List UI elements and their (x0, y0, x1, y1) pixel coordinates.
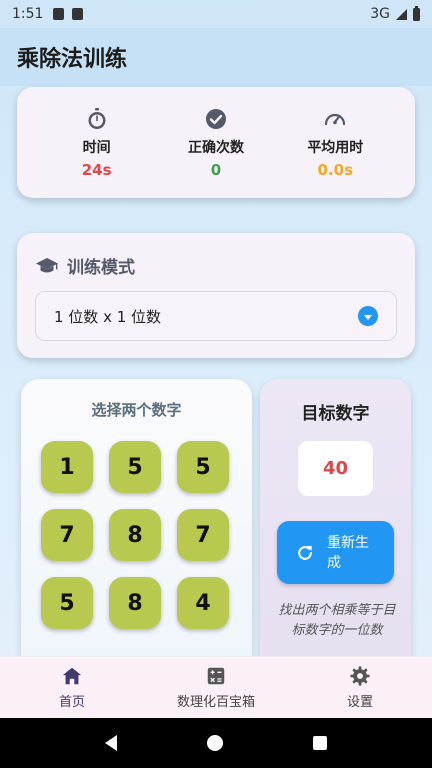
mode-card: 训练模式 1 位数 x 1 位数 (17, 233, 415, 358)
number-button[interactable]: 7 (41, 509, 93, 561)
target-title: 目标数字 (301, 404, 370, 424)
number-grid: 1 5 5 7 8 7 5 8 4 (41, 441, 229, 629)
stat-time: 时间 24s (42, 107, 152, 179)
stats-card: 时间 24s 正确次数 0 平均用时 0.0s (17, 87, 415, 198)
battery-icon (413, 5, 420, 21)
mode-dropdown[interactable]: 1 位数 x 1 位数 (35, 291, 397, 341)
number-button[interactable]: 4 (177, 577, 229, 629)
nav-label: 设置 (346, 695, 373, 710)
number-button[interactable]: 1 (41, 441, 93, 493)
number-button[interactable]: 5 (41, 577, 93, 629)
status-time: 1:51 (12, 6, 44, 22)
sd-card-icon (72, 8, 84, 20)
graduation-cap-icon (36, 257, 58, 272)
app-bar: 乘除法训练 (0, 28, 432, 86)
bottom-nav: 首页 数理化百宝箱 设置 (0, 656, 432, 718)
number-button[interactable]: 5 (177, 441, 229, 493)
regenerate-label: 重新生成 (327, 534, 369, 571)
stat-label: 平均用时 (307, 139, 364, 156)
calculator-icon (207, 667, 225, 685)
mode-title: 训练模式 (67, 258, 135, 278)
number-button[interactable]: 5 (109, 441, 161, 493)
stat-average: 平均用时 0.0s (280, 107, 390, 179)
nav-item-toolbox[interactable]: 数理化百宝箱 (144, 657, 288, 718)
home-icon (62, 667, 82, 685)
shield-icon (53, 8, 65, 20)
stat-label: 正确次数 (187, 139, 244, 156)
mode-header: 训练模式 (35, 253, 135, 278)
stat-correct: 正确次数 0 (161, 107, 271, 179)
nav-label: 数理化百宝箱 (176, 695, 255, 710)
home-circle-icon[interactable] (207, 735, 223, 751)
stat-label: 时间 (82, 139, 111, 156)
picker-title: 选择两个数字 (91, 401, 182, 419)
number-button[interactable]: 8 (109, 577, 161, 629)
status-right: 3G (370, 5, 420, 22)
hint-text: 找出两个相乘等于目标数字的一位数 (278, 603, 396, 638)
gear-icon (350, 666, 370, 686)
system-nav-bar (0, 718, 432, 768)
stat-value: 24s (81, 160, 112, 179)
page-title: 乘除法训练 (17, 47, 128, 72)
stat-value: 0 (210, 160, 222, 179)
back-icon[interactable] (105, 735, 117, 751)
chevron-down-icon[interactable] (358, 306, 378, 326)
speedometer-icon (325, 113, 346, 125)
number-button[interactable]: 8 (109, 509, 161, 561)
number-picker-card: 选择两个数字 1 5 5 7 8 7 5 8 4 (21, 379, 252, 679)
number-button[interactable]: 7 (177, 509, 229, 561)
status-bar: 1:51 3G (0, 0, 432, 28)
stopwatch-icon (88, 107, 106, 129)
mode-selected-value: 1 位数 x 1 位数 (54, 307, 162, 326)
target-card: 目标数字 40 重新生成 找出两个相乘等于目标数字的一位数 (260, 379, 411, 679)
signal-icon (396, 8, 407, 20)
stat-value: 0.0s (317, 160, 354, 179)
recents-icon[interactable] (313, 736, 327, 750)
nav-item-settings[interactable]: 设置 (288, 657, 432, 718)
target-value: 40 (298, 441, 373, 496)
regenerate-button[interactable]: 重新生成 (277, 521, 394, 584)
nav-label: 首页 (58, 695, 85, 710)
check-circle-icon (205, 108, 226, 129)
network-label: 3G (370, 6, 390, 22)
refresh-icon (298, 545, 312, 560)
nav-item-home[interactable]: 首页 (0, 657, 144, 718)
